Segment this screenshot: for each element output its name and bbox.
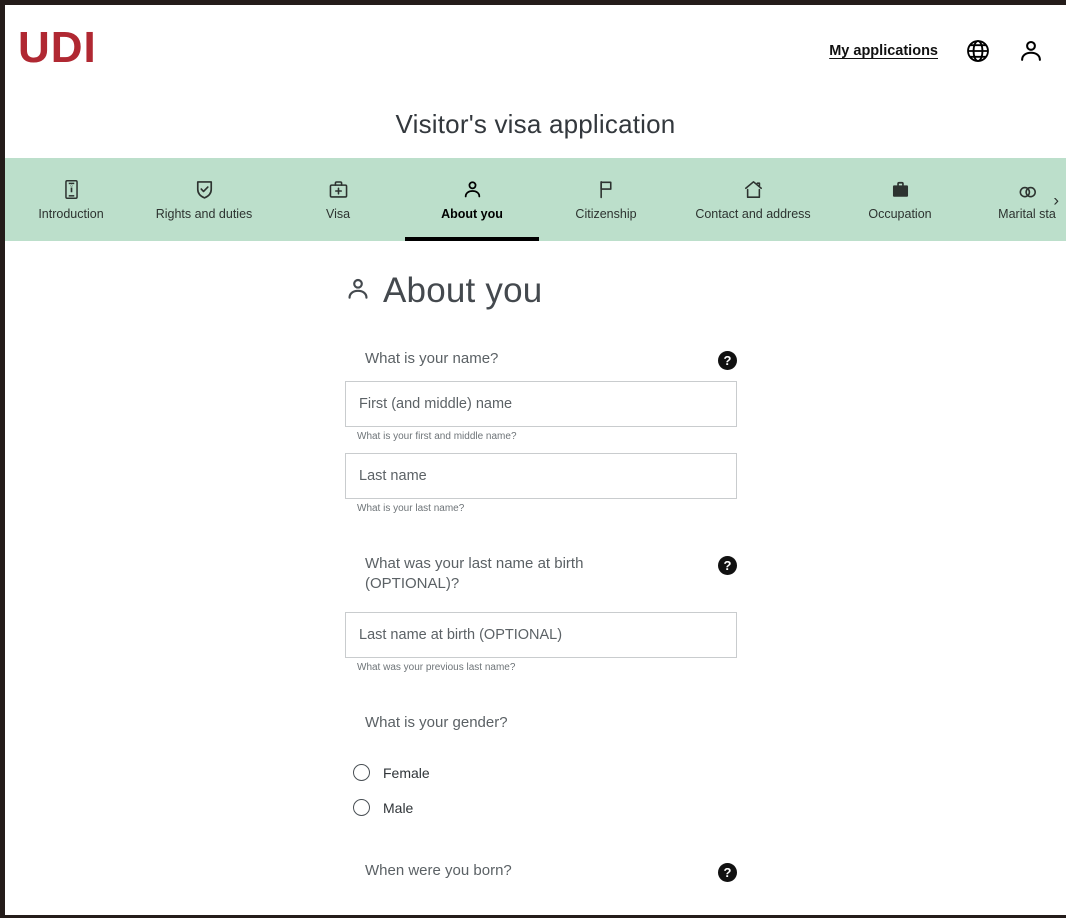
tab-label: Occupation: [868, 206, 932, 221]
radio-option-female[interactable]: Female: [353, 755, 737, 790]
globe-icon[interactable]: [965, 38, 991, 64]
tab-label: Citizenship: [575, 206, 637, 221]
radio-circle-icon[interactable]: [353, 764, 370, 782]
question-label: What is your name?: [365, 350, 499, 367]
birth-last-name-input[interactable]: [345, 611, 737, 658]
header-actions: My applications: [829, 38, 1044, 64]
tab-label: Introduction: [38, 206, 104, 221]
question-label: What is your gender?: [365, 713, 508, 731]
tab-label: Contact and address: [695, 206, 811, 221]
section-heading: About you: [345, 271, 737, 311]
tab-contact-and-address[interactable]: Contact and address: [673, 158, 833, 241]
first-name-field-group: What is your first and middle name?: [345, 381, 737, 442]
person-icon: [462, 179, 483, 199]
last-name-input[interactable]: [345, 453, 737, 499]
first-name-helper: What is your first and middle name?: [357, 431, 517, 442]
first-name-input[interactable]: [345, 381, 737, 427]
tab-label: About you: [441, 206, 503, 221]
my-applications-link[interactable]: My applications: [829, 43, 938, 59]
question-label: When were you born?: [365, 862, 512, 880]
question-birth-date: When were you born? ?: [345, 861, 737, 883]
radio-label: Male: [383, 799, 414, 816]
radio-option-male[interactable]: Male: [353, 790, 737, 825]
radio-label: Female: [383, 764, 430, 781]
page-title: Visitor's visa application: [395, 109, 676, 139]
browser-viewport: UDI My applications Visitor's visa appli…: [5, 5, 1066, 915]
briefcase-filled-icon: [890, 179, 911, 199]
house-icon: [743, 179, 764, 199]
radio-circle-icon[interactable]: [353, 799, 370, 817]
birth-last-name-helper: What was your previous last name?: [357, 661, 516, 673]
medical-briefcase-icon: [328, 179, 349, 199]
form-column: About you What is your name? ? What is y…: [345, 241, 737, 883]
help-icon[interactable]: ?: [718, 556, 737, 575]
info-document-icon: [62, 179, 81, 199]
tab-about-you[interactable]: About you: [405, 158, 539, 241]
shield-check-icon: [194, 179, 215, 199]
tab-introduction[interactable]: Introduction: [5, 158, 137, 241]
tab-rights-and-duties[interactable]: Rights and duties: [137, 158, 271, 241]
application-step-tabs: Introduction Rights and duties Visa Abou…: [5, 158, 1066, 241]
tab-label: Visa: [325, 206, 351, 221]
page-frame: UDI My applications Visitor's visa appli…: [0, 0, 1066, 918]
tab-label: Marital sta: [998, 206, 1056, 221]
form-content: About you What is your name? ? What is y…: [5, 241, 1066, 915]
user-account-icon[interactable]: [1018, 38, 1044, 64]
question-name: What is your name? ?: [345, 349, 737, 370]
flag-icon: [596, 179, 616, 199]
udi-logo[interactable]: UDI: [18, 26, 97, 70]
person-icon: [345, 276, 371, 307]
site-header: UDI My applications: [5, 5, 1066, 101]
tab-visa[interactable]: Visa: [271, 158, 405, 241]
chevron-right-icon[interactable]: ›: [1049, 185, 1063, 214]
tab-occupation[interactable]: Occupation: [833, 158, 967, 241]
page-section-title: About you: [383, 271, 543, 310]
last-name-helper: What is your last name?: [357, 503, 465, 514]
tab-label: Rights and duties: [155, 206, 253, 221]
question-birth-last-name: What was your last name at birth (OPTION…: [345, 554, 737, 595]
gender-radio-group: Female Male: [345, 755, 737, 825]
birth-last-name-field-group: What was your previous last name?: [345, 611, 737, 673]
help-icon[interactable]: ?: [718, 863, 737, 883]
question-label: What was your last name at birth (OPTION…: [365, 555, 584, 593]
help-icon[interactable]: ?: [718, 351, 737, 370]
last-name-field-group: What is your last name?: [345, 453, 737, 514]
tab-citizenship[interactable]: Citizenship: [539, 158, 673, 241]
rings-icon: [1017, 179, 1038, 199]
question-gender: What is your gender?: [345, 713, 737, 733]
